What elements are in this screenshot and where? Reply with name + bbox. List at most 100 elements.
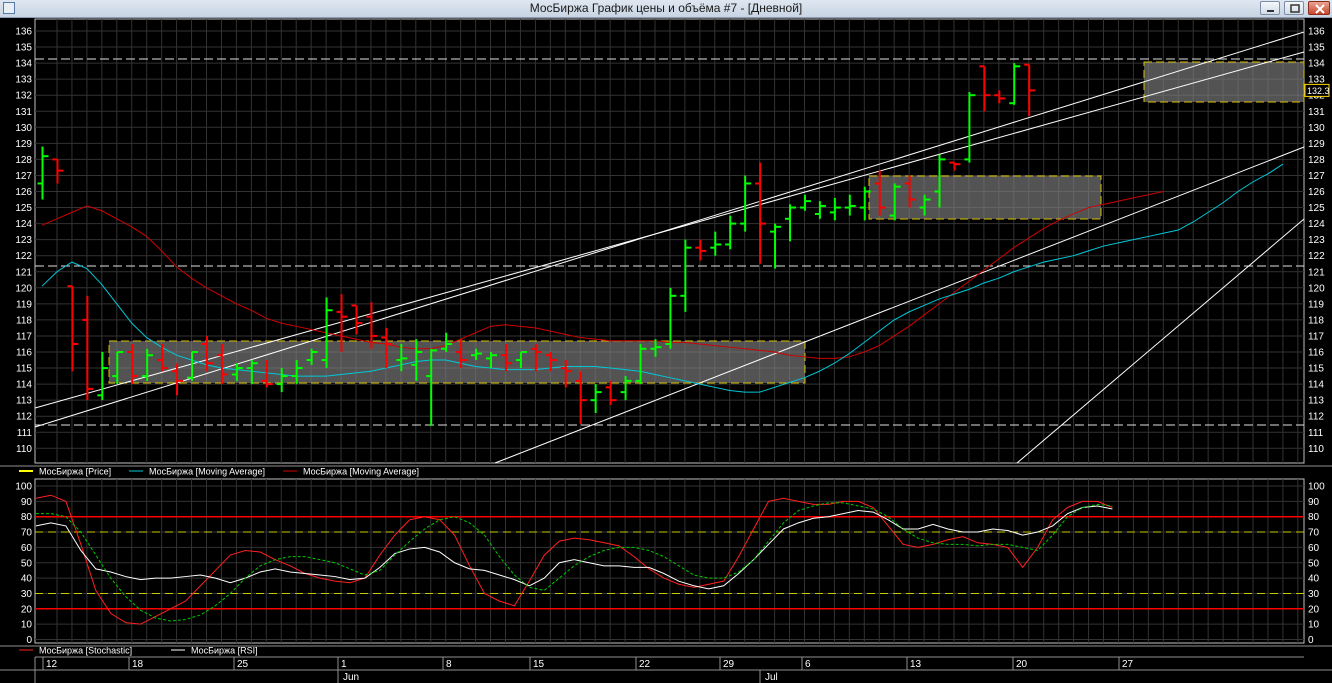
y-tick-label-right: 129 xyxy=(1308,139,1325,150)
osc-tick-label-right: 50 xyxy=(1308,558,1320,569)
day-label: 18 xyxy=(132,659,144,670)
osc-tick-label-right: 100 xyxy=(1308,482,1325,493)
month-label: Jun xyxy=(343,672,359,683)
y-tick-label-right: 119 xyxy=(1308,299,1324,310)
y-tick-label-right: 122 xyxy=(1308,251,1325,262)
y-tick-label-right: 111 xyxy=(1308,428,1324,439)
y-tick-label-left: 127 xyxy=(15,171,32,182)
osc-tick-label-left: 30 xyxy=(21,589,33,600)
y-tick-label-right: 130 xyxy=(1308,123,1325,134)
y-tick-label-right: 115 xyxy=(1308,364,1324,375)
y-tick-label-right: 131 xyxy=(1308,107,1325,118)
y-tick-label-left: 125 xyxy=(15,203,32,214)
y-tick-label-left: 112 xyxy=(16,412,32,423)
y-tick-label-left: 117 xyxy=(16,331,32,342)
y-tick-label-right: 110 xyxy=(1308,444,1324,455)
y-tick-label-left: 113 xyxy=(16,396,32,407)
last-price-label: 132.3 xyxy=(1307,86,1330,96)
y-tick-label-left: 128 xyxy=(15,155,32,166)
y-tick-label-left: 114 xyxy=(16,380,32,391)
osc-tick-label-left: 100 xyxy=(15,482,32,493)
osc-tick-label-right: 30 xyxy=(1308,589,1320,600)
y-tick-label-left: 126 xyxy=(15,187,32,198)
y-tick-label-right: 113 xyxy=(1308,396,1324,407)
y-tick-label-left: 133 xyxy=(15,75,32,86)
oscillator-legend-label: МосБиржа [RSI] xyxy=(191,646,258,656)
y-tick-label-left: 119 xyxy=(16,299,32,310)
y-tick-label-left: 130 xyxy=(15,123,32,134)
y-tick-label-right: 127 xyxy=(1308,171,1325,182)
maximize-button[interactable] xyxy=(1284,1,1304,15)
y-tick-label-left: 129 xyxy=(15,139,32,150)
osc-tick-label-right: 40 xyxy=(1308,574,1320,585)
oscillator-legend-label: МосБиржа [Stochastic] xyxy=(39,646,132,656)
y-tick-label-left: 123 xyxy=(15,235,32,246)
osc-tick-label-left: 10 xyxy=(21,620,33,631)
day-label: 6 xyxy=(805,659,811,670)
osc-tick-label-left: 50 xyxy=(21,558,33,569)
osc-tick-label-left: 60 xyxy=(21,543,33,554)
y-tick-label-left: 134 xyxy=(15,59,32,70)
y-tick-label-right: 134 xyxy=(1308,59,1325,70)
osc-tick-label-left: 90 xyxy=(21,497,33,508)
osc-tick-label-left: 0 xyxy=(26,635,32,646)
osc-tick-label-right: 80 xyxy=(1308,512,1320,523)
y-tick-label-right: 114 xyxy=(1308,380,1324,391)
day-label: 29 xyxy=(723,659,735,670)
price-legend-label: МосБиржа [Moving Average] xyxy=(303,467,419,477)
minimize-button[interactable] xyxy=(1260,1,1280,15)
y-tick-label-left: 132 xyxy=(15,91,32,102)
y-tick-label-right: 117 xyxy=(1308,331,1324,342)
y-tick-label-left: 135 xyxy=(15,43,32,54)
day-label: 15 xyxy=(533,659,545,670)
osc-tick-label-right: 20 xyxy=(1308,604,1320,615)
price-legend-label: МосБиржа [Price] xyxy=(39,467,111,477)
range-box xyxy=(868,175,1102,220)
y-tick-label-right: 136 xyxy=(1308,27,1325,38)
day-label: 13 xyxy=(910,659,922,670)
y-tick-label-left: 111 xyxy=(17,428,33,439)
osc-tick-label-left: 40 xyxy=(21,574,33,585)
y-tick-label-left: 136 xyxy=(15,27,32,38)
range-box xyxy=(1143,61,1305,103)
day-label: 12 xyxy=(46,659,58,670)
y-tick-label-right: 116 xyxy=(1308,348,1324,359)
osc-tick-label-right: 70 xyxy=(1308,528,1320,539)
day-label: 20 xyxy=(1016,659,1028,670)
y-tick-label-right: 123 xyxy=(1308,235,1325,246)
maximize-icon xyxy=(1290,4,1300,13)
y-tick-label-right: 118 xyxy=(1308,315,1324,326)
osc-tick-label-left: 80 xyxy=(21,512,33,523)
y-tick-label-right: 135 xyxy=(1308,43,1325,54)
y-tick-label-left: 118 xyxy=(16,315,32,326)
day-label: 27 xyxy=(1122,659,1134,670)
y-tick-label-left: 115 xyxy=(16,364,32,375)
osc-tick-label-right: 60 xyxy=(1308,543,1320,554)
day-label: 8 xyxy=(446,659,452,670)
y-tick-label-left: 131 xyxy=(15,107,32,118)
y-tick-label-left: 122 xyxy=(15,251,32,262)
window-title: МосБиржа График цены и объёма #7 - [Днев… xyxy=(529,1,803,15)
day-label: 25 xyxy=(237,659,249,670)
y-tick-label-right: 126 xyxy=(1308,187,1325,198)
close-button[interactable] xyxy=(1308,1,1330,15)
y-tick-label-right: 125 xyxy=(1308,203,1325,214)
price-legend-label: МосБиржа [Moving Average] xyxy=(149,467,265,477)
y-tick-label-right: 112 xyxy=(1308,412,1324,423)
osc-tick-label-left: 70 xyxy=(21,528,33,539)
close-icon xyxy=(1315,4,1325,14)
chart-canvas[interactable]: 110 110111 111112 112113 113114 114115 115116 1… xyxy=(0,0,1332,683)
y-tick-label-left: 110 xyxy=(16,444,32,455)
day-label: 22 xyxy=(639,659,651,670)
y-tick-label-right: 124 xyxy=(1308,219,1325,230)
minimize-icon xyxy=(1267,10,1274,12)
y-tick-label-left: 124 xyxy=(15,219,32,230)
y-tick-label-right: 128 xyxy=(1308,155,1325,166)
y-tick-label-right: 121 xyxy=(1308,267,1325,278)
window-titlebar[interactable]: МосБиржа График цены и объёма #7 - [Днев… xyxy=(0,0,1332,18)
osc-tick-label-right: 0 xyxy=(1308,635,1314,646)
y-tick-label-left: 116 xyxy=(16,348,32,359)
osc-tick-label-right: 90 xyxy=(1308,497,1320,508)
y-tick-label-left: 120 xyxy=(15,283,32,294)
day-label: 1 xyxy=(341,659,347,670)
